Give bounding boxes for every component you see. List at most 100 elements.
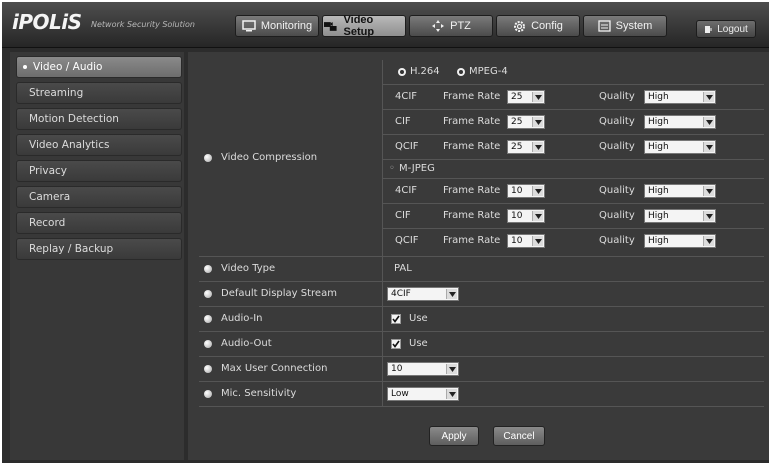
quality-select[interactable]: High (644, 234, 716, 248)
codec-mpeg4-radio[interactable] (457, 68, 465, 76)
sidebar-item-motion-detection[interactable]: Motion Detection (16, 108, 182, 130)
chevron-down-icon (703, 92, 714, 102)
nav-video-setup-label: Video Setup (343, 14, 375, 38)
monitor-icon (242, 20, 256, 32)
sidebar-item-video-audio[interactable]: Video / Audio (16, 56, 182, 78)
bullet-icon (204, 290, 212, 298)
logo: iPOLiS (12, 10, 82, 34)
nav-monitoring-label: Monitoring (260, 20, 313, 32)
select-value: 25 (511, 142, 523, 152)
cancel-button[interactable]: Cancel (493, 426, 545, 446)
audio-out-checkbox[interactable] (391, 339, 401, 349)
quality-select[interactable]: High (644, 115, 716, 129)
select-value: High (648, 211, 669, 221)
select-value: High (648, 186, 669, 196)
divider (199, 281, 764, 282)
quality-select[interactable]: High (644, 140, 716, 154)
bullet-icon (204, 154, 212, 162)
chevron-down-icon (703, 117, 714, 127)
settings-panel: Video Compression H.264 MPEG-4 4CIF Fram… (188, 52, 769, 460)
nav-ptz-label: PTZ (450, 20, 471, 32)
logout-icon (705, 25, 713, 33)
default-stream-select[interactable]: 4CIF (387, 287, 459, 301)
chevron-down-icon (446, 389, 457, 399)
logout-label: Logout (717, 23, 748, 35)
sidebar-item-label: Camera (29, 191, 71, 203)
chevron-down-icon (532, 92, 543, 102)
quality-select[interactable]: High (644, 90, 716, 104)
frame-rate-label: Frame Rate (443, 116, 501, 127)
nav-config-button[interactable]: Config (496, 15, 580, 37)
max-user-select[interactable]: 10 (387, 362, 459, 376)
chevron-down-icon (703, 236, 714, 246)
sidebar-item-label: Video / Audio (33, 61, 103, 73)
sidebar: Video / Audio Streaming Motion Detection… (10, 52, 184, 460)
nav-ptz-button[interactable]: PTZ (409, 15, 493, 37)
mic-sensitivity-select[interactable]: Low (387, 387, 459, 401)
system-window-icon (598, 20, 611, 32)
ptz-arrows-icon (432, 20, 445, 32)
frame-rate-label: Frame Rate (443, 235, 501, 246)
frame-rate-label: Frame Rate (443, 185, 501, 196)
quality-label: Quality (599, 116, 635, 127)
nav-video-setup-button[interactable]: Video Setup (322, 14, 406, 38)
divider (383, 228, 764, 229)
apply-button[interactable]: Apply (429, 426, 479, 446)
select-value: 4CIF (391, 289, 411, 299)
divider (199, 381, 764, 382)
quality-select[interactable]: High (644, 209, 716, 223)
bullet-icon (204, 315, 212, 323)
sidebar-item-label: Replay / Backup (29, 243, 114, 255)
column-divider (382, 60, 383, 406)
app-window: iPOLiS Network Security Solution Monitor… (2, 2, 769, 463)
active-dot-icon (23, 65, 27, 69)
frame-rate-select[interactable]: 10 (507, 234, 545, 248)
sidebar-item-privacy[interactable]: Privacy (16, 160, 182, 182)
frame-rate-select[interactable]: 25 (507, 90, 545, 104)
audio-in-use-label: Use (409, 313, 428, 324)
res-label: QCIF (395, 141, 419, 152)
sidebar-item-camera[interactable]: Camera (16, 186, 182, 208)
frame-rate-select[interactable]: 25 (507, 140, 545, 154)
sidebar-item-record[interactable]: Record (16, 212, 182, 234)
nav-config-label: Config (531, 20, 563, 32)
nav-system-button[interactable]: System (583, 15, 667, 37)
chevron-down-icon (532, 142, 543, 152)
video-type-value: PAL (394, 263, 412, 274)
header-bar: iPOLiS Network Security Solution Monitor… (2, 2, 769, 48)
divider (383, 178, 764, 179)
quality-label: Quality (599, 235, 635, 246)
res-label: CIF (395, 210, 411, 221)
logo-subtitle: Network Security Solution (91, 20, 195, 29)
nav-monitoring-button[interactable]: Monitoring (235, 15, 319, 37)
frame-rate-select[interactable]: 25 (507, 115, 545, 129)
quality-label: Quality (599, 91, 635, 102)
divider (383, 109, 764, 110)
mjpeg-label: M-JPEG (399, 163, 435, 174)
checkmark-icon (392, 340, 400, 348)
select-value: High (648, 117, 669, 127)
select-value: High (648, 236, 669, 246)
bullet-icon (204, 340, 212, 348)
sidebar-item-replay-backup[interactable]: Replay / Backup (16, 238, 182, 260)
quality-select[interactable]: High (644, 184, 716, 198)
select-value: 25 (511, 117, 523, 127)
sidebar-item-streaming[interactable]: Streaming (16, 82, 182, 104)
sidebar-item-label: Privacy (29, 165, 68, 177)
audio-in-checkbox[interactable] (391, 314, 401, 324)
codec-h264-radio[interactable] (398, 68, 406, 76)
video-type-label: Video Type (221, 263, 276, 274)
nav-system-label: System (615, 20, 653, 32)
logout-button[interactable]: Logout (696, 20, 756, 38)
frame-rate-select[interactable]: 10 (507, 209, 545, 223)
sidebar-item-label: Video Analytics (29, 139, 110, 151)
frame-rate-select[interactable]: 10 (507, 184, 545, 198)
chevron-down-icon (532, 236, 543, 246)
bullet-icon (204, 390, 212, 398)
chevron-down-icon (703, 142, 714, 152)
gear-icon (514, 20, 526, 32)
sidebar-item-video-analytics[interactable]: Video Analytics (16, 134, 182, 156)
checkmark-icon (392, 315, 400, 323)
chevron-down-icon (532, 186, 543, 196)
divider (199, 331, 764, 332)
